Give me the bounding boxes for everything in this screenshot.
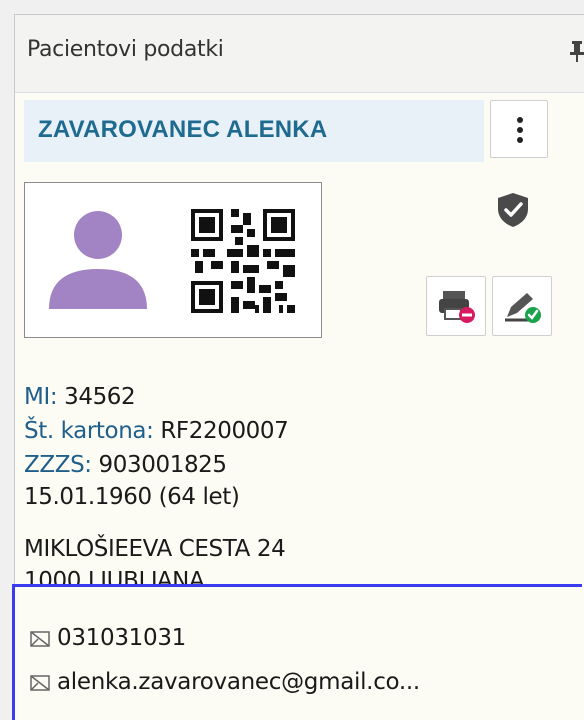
contact-section: 031031031 alenka.zavarovanec@gmail.co...	[12, 584, 582, 720]
mi-value: 34562	[64, 384, 136, 410]
shield-check-icon[interactable]	[496, 192, 530, 228]
zzzs-row: ZZZS: 903001825	[24, 452, 227, 478]
mi-row: MI: 34562	[24, 384, 136, 410]
patient-photo-box	[24, 182, 322, 338]
card-row: Št. kartona: RF2200007	[24, 418, 289, 444]
avatar-icon	[49, 211, 147, 309]
email-address: alenka.zavarovanec@gmail.co...	[57, 669, 420, 695]
sign-approve-icon	[505, 293, 541, 323]
sign-approve-button[interactable]	[492, 276, 552, 336]
panel-header: Pacientovi podatki	[15, 15, 584, 93]
patient-menu-button[interactable]	[490, 100, 548, 158]
zzzs-label: ZZZS:	[24, 452, 92, 478]
pin-icon[interactable]	[569, 39, 584, 63]
address-line1: MIKLOŠIEEVA CESTA 24	[24, 536, 286, 562]
qr-code-icon	[191, 209, 295, 313]
zzzs-value: 903001825	[98, 452, 228, 478]
kebab-menu-icon	[517, 117, 523, 143]
panel-title: Pacientovi podatki	[27, 37, 224, 62]
card-label: Št. kartona:	[24, 418, 154, 444]
mi-label: MI:	[24, 384, 58, 410]
print-remove-button[interactable]	[426, 276, 486, 336]
birth-date: 15.01.1960 (64 let)	[24, 484, 240, 510]
printer-remove-icon	[439, 291, 475, 323]
patient-name-bar: ZAVAROVANEC ALENKA	[24, 100, 484, 162]
card-value: RF2200007	[160, 418, 289, 444]
no-contact-icon	[30, 675, 50, 691]
patient-name: ZAVAROVANEC ALENKA	[38, 116, 328, 143]
no-contact-icon	[30, 631, 50, 647]
phone-number: 031031031	[57, 625, 186, 651]
